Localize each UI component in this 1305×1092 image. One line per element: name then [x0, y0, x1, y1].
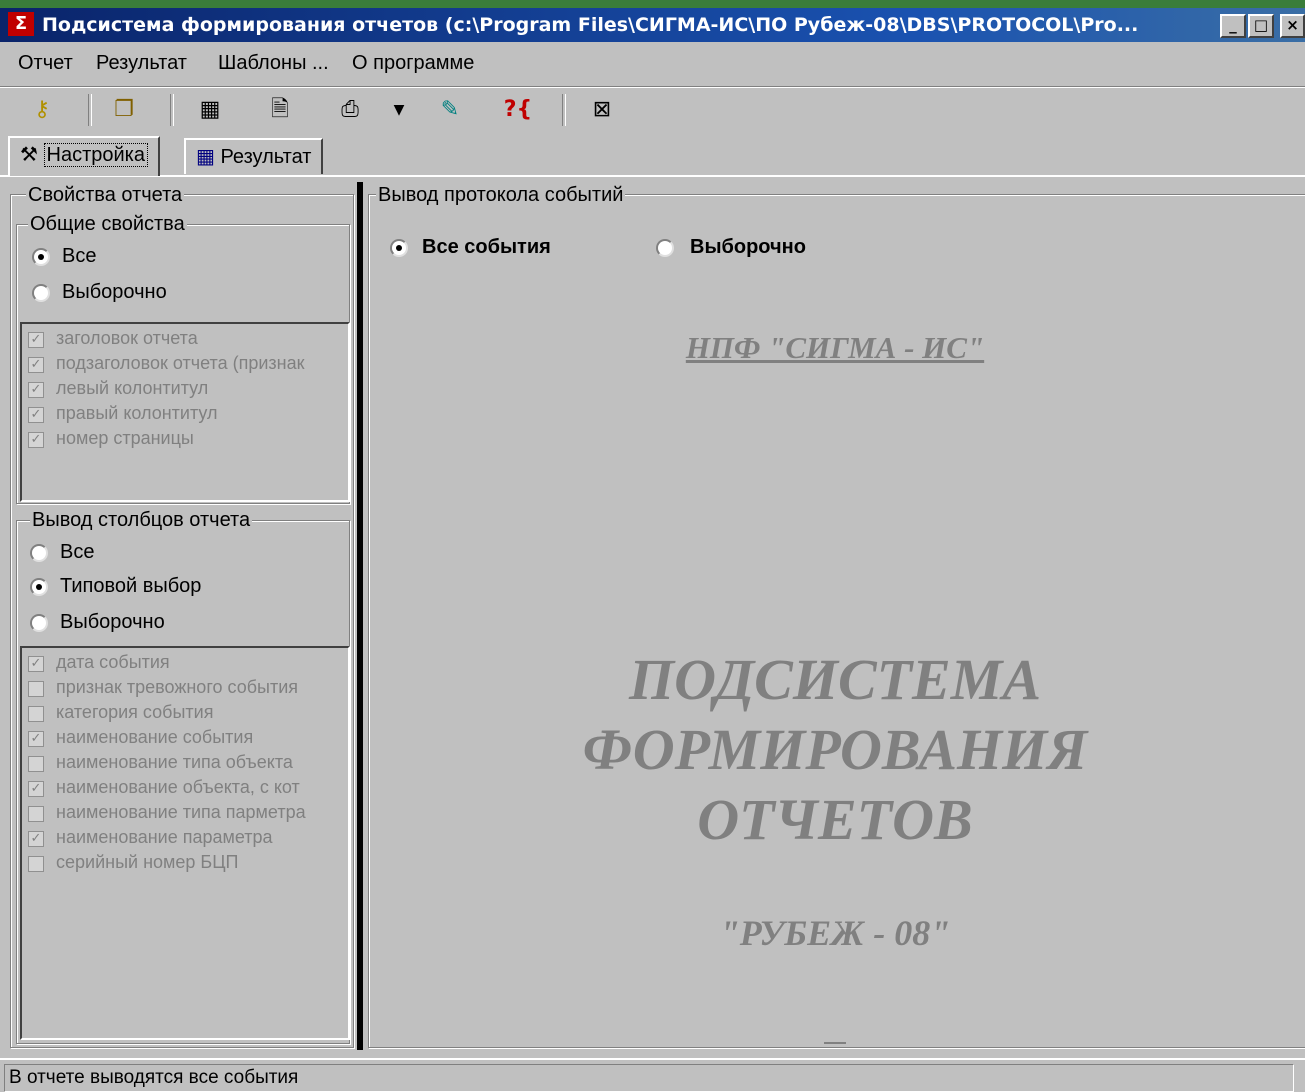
columns-all-label[interactable]: Все [60, 541, 94, 564]
status-text: В отчете выводятся все события [4, 1064, 1294, 1092]
general-all-label[interactable]: Все [62, 245, 96, 268]
settings-icon: ⚒ [20, 142, 38, 166]
tab-result[interactable]: ▦ Результат [184, 138, 324, 174]
columns-typical-label[interactable]: Типовой выбор [60, 575, 201, 598]
big-title-line1: ПОДСИСТЕМА [628, 647, 1042, 712]
menu-bar: Отчет Результат Шаблоны ... О программе [0, 42, 1305, 86]
exit-icon[interactable]: ⊠ [584, 92, 620, 128]
general-items-list[interactable]: ✓ заголовок отчета ✓ подзаголовок отчета (… [20, 322, 350, 502]
tab-settings-label: Настройка [43, 143, 148, 167]
toolbar-separator [88, 94, 92, 126]
close-button[interactable]: × [1280, 14, 1305, 38]
checkbox[interactable]: ✓ [28, 357, 44, 373]
dropdown-arrow-icon[interactable]: ▼ [384, 92, 414, 128]
big-title-line3: ОТЧЕТОВ [697, 787, 973, 852]
panel-splitter[interactable] [355, 182, 363, 1050]
status-bar: В отчете выводятся все события [0, 1058, 1305, 1092]
toolbar-separator [562, 94, 566, 126]
menu-result[interactable]: Результат [96, 52, 187, 75]
checkbox[interactable] [28, 756, 44, 772]
columns-selective-radio[interactable] [30, 614, 48, 632]
desktop-strip [0, 0, 1305, 8]
general-all-radio[interactable] [32, 248, 50, 266]
status-divider [0, 1058, 1305, 1060]
title-bar[interactable]: Σ Подсистема формирования отчетов (c:\Pr… [0, 8, 1305, 42]
tab-panel-border [0, 175, 1305, 177]
folders-icon[interactable]: ❐ [106, 92, 142, 128]
wizard-icon[interactable]: ✎ [432, 92, 468, 128]
big-title-line2: ФОРМИРОВАНИЯ [582, 717, 1088, 782]
checkbox[interactable]: ✓ [28, 407, 44, 423]
checkbox[interactable]: ✓ [28, 382, 44, 398]
event-output-title: Вывод протокола событий [376, 184, 626, 207]
checkbox[interactable]: ✓ [28, 731, 44, 747]
columns-items-list[interactable]: ✓ дата события признак тревожного события… [20, 646, 350, 1040]
all-events-radio[interactable] [390, 239, 408, 257]
menu-templates[interactable]: Шаблоны ... [218, 52, 329, 75]
table-icon: ▦ [196, 144, 215, 168]
checkbox[interactable]: ✓ [28, 831, 44, 847]
checkbox[interactable] [28, 706, 44, 722]
menu-about[interactable]: О программе [352, 52, 474, 75]
general-selective-label[interactable]: Выборочно [62, 281, 167, 304]
menu-report[interactable]: Отчет [18, 52, 73, 75]
table-icon[interactable]: ▦ [192, 92, 228, 128]
columns-title: Вывод столбцов отчета [30, 509, 253, 532]
checkbox[interactable] [28, 806, 44, 822]
tab-settings[interactable]: ⚒ Настройка [8, 136, 160, 176]
minimize-button[interactable]: _ [1220, 14, 1246, 38]
selective-events-radio[interactable] [656, 239, 674, 257]
general-selective-radio[interactable] [32, 284, 50, 302]
product-name: "РУБЕЖ - 08" [719, 913, 951, 953]
document-icon[interactable]: 🗎 [262, 92, 298, 128]
all-events-label[interactable]: Все события [422, 236, 551, 259]
scroll-marker [824, 1042, 846, 1044]
toolbar-separator [170, 94, 174, 126]
maximize-button[interactable]: □ [1248, 14, 1274, 38]
help-icon[interactable]: ?{ [500, 92, 536, 128]
columns-all-radio[interactable] [30, 544, 48, 562]
window-title: Подсистема формирования отчетов (c:\Prog… [42, 14, 1139, 36]
selective-events-label[interactable]: Выборочно [690, 236, 806, 259]
checkbox[interactable]: ✓ [28, 332, 44, 348]
checkbox[interactable]: ✓ [28, 432, 44, 448]
menu-separator [0, 86, 1305, 88]
report-properties-title: Свойства отчета [26, 184, 185, 207]
checkbox[interactable]: ✓ [28, 656, 44, 672]
sigma-icon[interactable]: Σ [8, 12, 34, 36]
key-icon[interactable]: ⚷ [24, 92, 60, 128]
columns-typical-radio[interactable] [30, 578, 48, 596]
checkbox[interactable] [28, 856, 44, 872]
columns-selective-label[interactable]: Выборочно [60, 611, 165, 634]
tab-result-label: Результат [220, 146, 312, 168]
printer-icon[interactable]: ⎙ [332, 92, 368, 128]
checkbox[interactable] [28, 681, 44, 697]
general-properties-title: Общие свойства [28, 213, 187, 236]
company-name: НПФ "СИГМА - ИС" [685, 330, 985, 365]
checkbox[interactable]: ✓ [28, 781, 44, 797]
